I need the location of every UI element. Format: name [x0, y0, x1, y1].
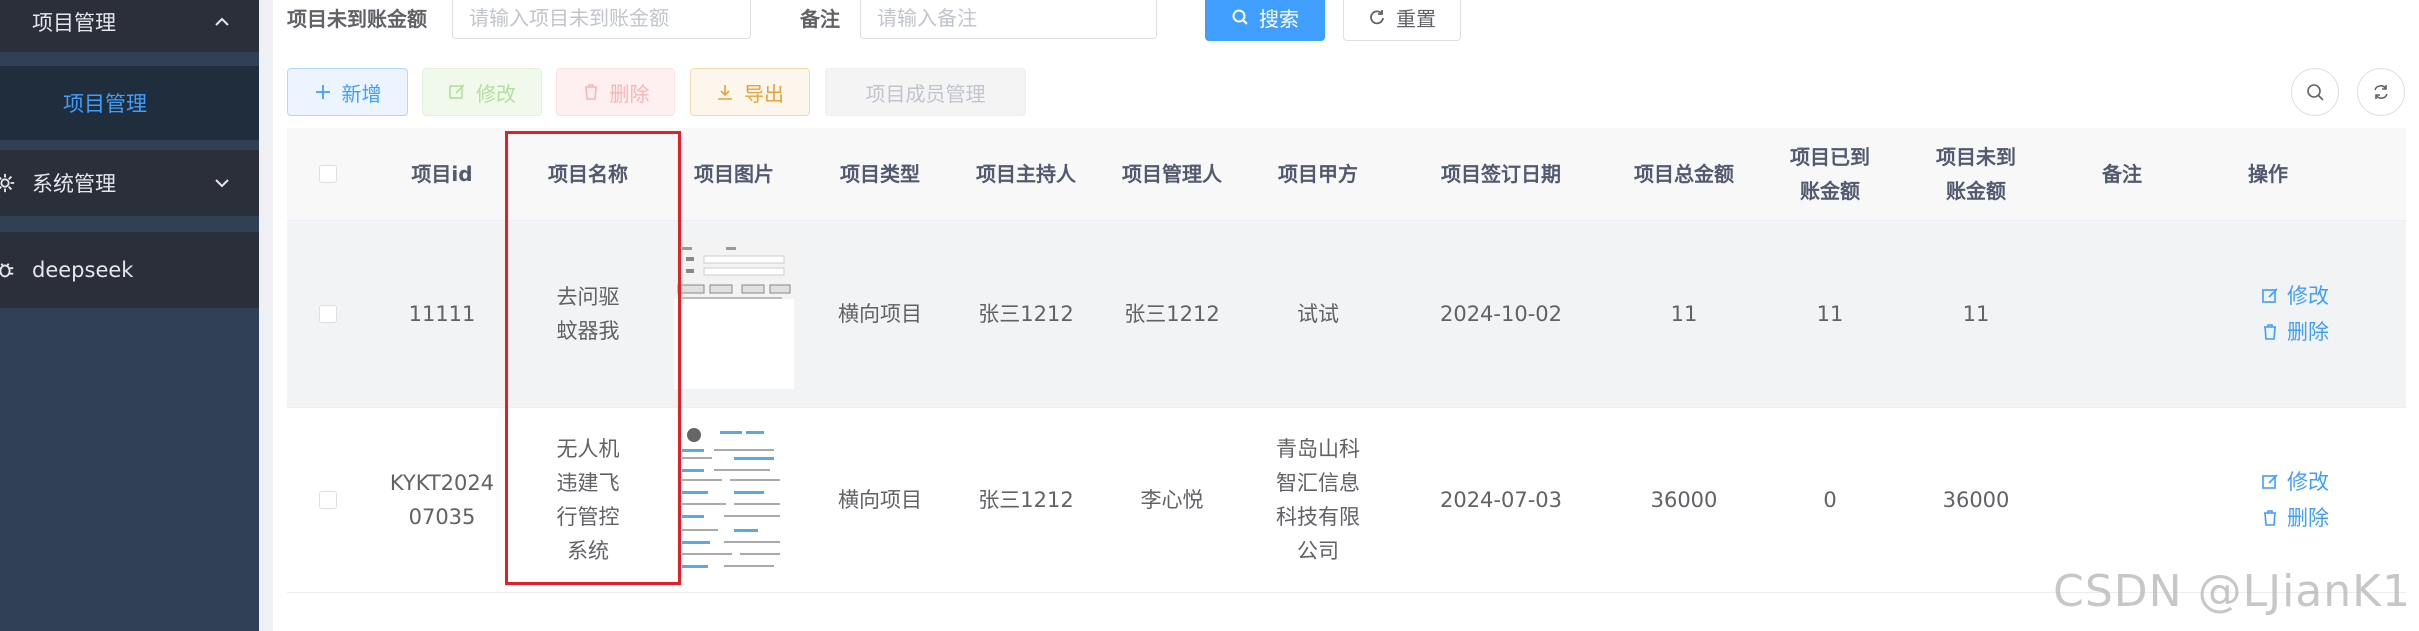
unpaid-amount-input[interactable]: 请输入项目未到账金额: [452, 0, 751, 39]
cell-sign-date: 2024-07-03: [1439, 488, 1563, 512]
search-icon: [1232, 9, 1248, 25]
plus-icon: [315, 85, 330, 99]
cell-id: KYKT202407035: [389, 471, 495, 529]
column-header-remark[interactable]: 备注: [2049, 128, 2195, 220]
column-header-received[interactable]: 项目已到账金额: [1757, 128, 1903, 220]
column-header-party-a[interactable]: 项目甲方: [1245, 128, 1391, 220]
sidebar-item-label: 项目管理: [32, 11, 116, 35]
cell-type: 横向项目: [838, 488, 922, 512]
project-image-thumbnail[interactable]: [674, 425, 794, 575]
cell-manager: 李心悦: [1140, 488, 1204, 512]
row-delete-label: 删除: [2287, 506, 2329, 530]
project-image-preview: [674, 425, 794, 575]
sidebar-item-label: 系统管理: [32, 172, 116, 196]
search-button-label: 搜索: [1259, 6, 1299, 31]
cell-id: 11111: [408, 302, 476, 326]
remark-input[interactable]: 请输入备注: [860, 0, 1157, 39]
delete-button-label: 删除: [609, 81, 650, 106]
cell-ops: 修改 删除: [2195, 408, 2395, 592]
cell-host: 张三1212: [978, 302, 1074, 326]
sidebar: 项目管理 项目管理 系统管理 deepseek: [0, 0, 259, 631]
member-management-button-label: 项目成员管理: [865, 81, 986, 106]
row-edit-label: 修改: [2287, 470, 2329, 494]
column-header-total[interactable]: 项目总金额: [1611, 128, 1757, 220]
project-image-preview: [674, 239, 794, 389]
refresh-table-button[interactable]: [2357, 68, 2405, 116]
remark-label: 备注: [800, 7, 840, 31]
column-header-ops[interactable]: 操作: [2195, 128, 2341, 220]
cell-total: 11: [1670, 302, 1698, 326]
reset-button-label: 重置: [1396, 6, 1436, 31]
row-delete-label: 删除: [2287, 320, 2329, 344]
unpaid-amount-label: 项目未到账金额: [287, 7, 427, 31]
cell-type: 横向项目: [838, 302, 922, 326]
cell-manager: 张三1212: [1124, 302, 1220, 326]
download-icon: [718, 85, 732, 100]
reset-button[interactable]: 重置: [1343, 0, 1461, 41]
column-header-unpaid[interactable]: 项目未到账金额: [1903, 128, 2049, 220]
row-delete-link[interactable]: 删除: [2261, 501, 2329, 535]
refresh-icon: [2374, 85, 2388, 99]
cell-total: 36000: [1650, 488, 1718, 512]
sidebar-gutter: [259, 0, 273, 631]
cell-party-a: 试试: [1297, 302, 1339, 326]
cell-host: 张三1212: [978, 488, 1074, 512]
column-header-host[interactable]: 项目主持人: [953, 128, 1099, 220]
row-checkbox[interactable]: [319, 491, 337, 509]
sidebar-item-project-management[interactable]: 项目管理: [0, 0, 259, 52]
cell-received: 0: [1823, 488, 1837, 512]
export-button[interactable]: 导出: [690, 68, 810, 116]
cell-image: [661, 408, 807, 592]
project-image-thumbnail[interactable]: [674, 239, 794, 389]
column-header-manager[interactable]: 项目管理人: [1099, 128, 1245, 220]
add-button[interactable]: 新增: [287, 68, 408, 116]
row-edit-link[interactable]: 修改: [2261, 279, 2329, 313]
cell-ops: 修改 删除: [2195, 221, 2395, 407]
edit-icon: [449, 84, 465, 99]
sidebar-item-system-management[interactable]: 系统管理: [0, 150, 259, 216]
row-edit-link[interactable]: 修改: [2261, 465, 2329, 499]
bug-icon: [0, 263, 14, 278]
gear-icon: [0, 173, 15, 193]
cell-party-a: 青岛山科智汇信息科技有限公司: [1276, 437, 1360, 563]
trash-icon: [584, 84, 597, 100]
refresh-icon: [1370, 10, 1384, 25]
row-checkbox[interactable]: [319, 305, 337, 323]
cell-remark: [2049, 221, 2195, 407]
column-header-type[interactable]: 项目类型: [807, 128, 953, 220]
search-button[interactable]: 搜索: [1205, 0, 1325, 41]
chevron-up-icon: [215, 17, 229, 26]
row-delete-link[interactable]: 删除: [2261, 315, 2329, 349]
member-management-button[interactable]: 项目成员管理: [825, 68, 1026, 116]
add-button-label: 新增: [341, 81, 382, 106]
column-header-sign-date[interactable]: 项目签订日期: [1391, 128, 1611, 220]
edit-button-label: 修改: [476, 81, 516, 106]
column-header-id[interactable]: 项目id: [369, 128, 515, 220]
trash-icon: [2264, 324, 2276, 340]
sidebar-subitem-project-management[interactable]: 项目管理: [0, 66, 259, 140]
select-all-checkbox[interactable]: [319, 165, 337, 183]
toggle-search-button[interactable]: [2291, 68, 2339, 116]
search-icon: [2307, 84, 2324, 101]
watermark: CSDN @LJianK1: [2053, 566, 2411, 617]
delete-button[interactable]: 删除: [556, 68, 675, 116]
cell-sign-date: 2024-10-02: [1439, 302, 1563, 326]
cell-image: [661, 221, 807, 407]
sidebar-item-deepseek[interactable]: deepseek: [0, 232, 259, 308]
edit-icon: [2262, 474, 2278, 489]
export-button-label: 导出: [744, 81, 784, 106]
cell-unpaid: 11: [1962, 302, 1990, 326]
cell-remark: [2049, 408, 2195, 592]
sidebar-item-label: deepseek: [32, 258, 134, 282]
highlight-frame: [505, 131, 681, 585]
trash-icon: [2264, 510, 2276, 526]
cell-unpaid: 36000: [1942, 488, 2010, 512]
cell-received: 11: [1816, 302, 1844, 326]
edit-button[interactable]: 修改: [422, 68, 542, 116]
edit-icon: [2262, 288, 2278, 303]
chevron-down-icon: [215, 179, 229, 188]
column-header-image[interactable]: 项目图片: [661, 128, 807, 220]
row-edit-label: 修改: [2287, 284, 2329, 308]
sidebar-subitem-label: 项目管理: [63, 92, 147, 116]
